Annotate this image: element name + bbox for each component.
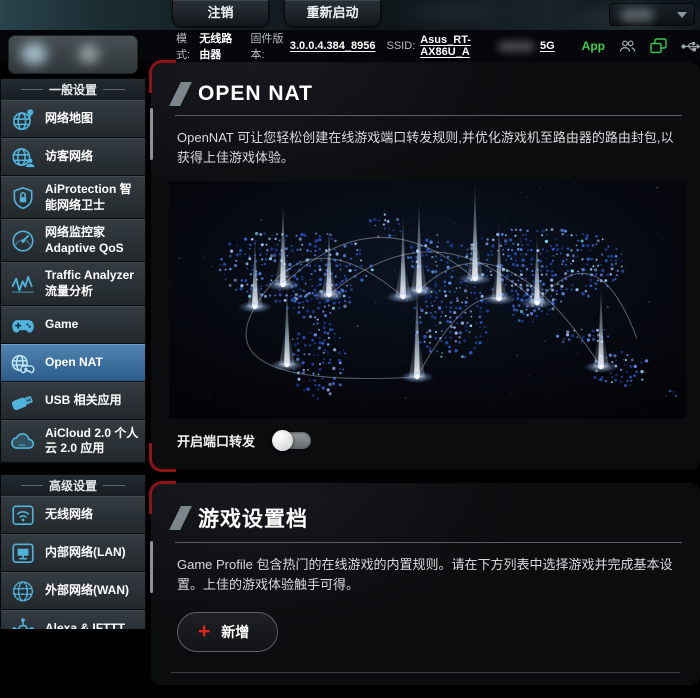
sidebar-item-network-map[interactable]: 网络地图 (1, 100, 145, 138)
gauge-icon (9, 228, 37, 254)
chevron-down-icon (677, 11, 687, 18)
port-forward-toggle[interactable] (272, 430, 312, 452)
usb-drive-icon (9, 388, 37, 414)
ssid-link[interactable]: Asus_RT-AX86U_A (420, 34, 493, 58)
reboot-button[interactable]: 重新启动 (284, 0, 381, 27)
sidebar-item-label: Traffic Analyzer 流量分析 (45, 268, 134, 298)
sidebar-item-game[interactable]: Game (1, 305, 145, 344)
lan-icon (9, 540, 37, 566)
language-redacted-blur (620, 9, 654, 21)
sidebar-section-general: 一般设置 网络地图 访客网络 AiProtection 智能网络卫士 网络监控家… (0, 78, 146, 464)
sidebar-item-label: Open NAT (45, 354, 103, 369)
add-profile-button[interactable]: + 新增 (177, 611, 279, 652)
logout-button[interactable]: 注销 (172, 0, 269, 27)
game-profile-panel: 游戏设置档 Game Profile 包含热门的在线游戏的内置规则。请在下方列表… (149, 481, 700, 685)
title-underline (175, 115, 682, 116)
firmware-label: 固件版本: (250, 33, 284, 61)
main-content: OPEN NAT OpenNAT 可让您轻松创建在线游戏端口转发规则,并优化游戏… (149, 59, 700, 698)
open-nat-icon (9, 350, 37, 376)
sidebar-item-aicloud[interactable]: AiCloud 2.0 个人云 2.0 应用 (1, 419, 145, 463)
sidebar-item-lan[interactable]: 内部网络(LAN) (1, 533, 145, 572)
guest-network-icon (9, 144, 37, 170)
sidebar-section-title-advanced: 高级设置 (1, 474, 145, 496)
game-profile-title: 游戏设置档 (198, 508, 308, 532)
open-nat-title: OPEN NAT (198, 82, 313, 105)
shield-icon (9, 185, 37, 211)
mode-label: 模式: (176, 33, 191, 61)
sidebar-item-label: 内部网络(LAN) (45, 544, 126, 559)
sidebar-item-traffic-analyzer[interactable]: Traffic Analyzer 流量分析 (1, 262, 145, 306)
panel-edge-bar (150, 108, 153, 160)
sidebar-item-label: 外部网络(WAN) (45, 582, 129, 597)
game-profile-description: Game Profile 包含热门的在线游戏的内置规则。请在下方列表中选择游戏并… (177, 557, 673, 593)
sidebar-item-wan[interactable]: 外部网络(WAN) (1, 571, 145, 610)
router-name-box-redacted[interactable] (8, 35, 138, 74)
sidebar-item-alexa-ifttt[interactable]: Alexa & IFTTT (1, 609, 145, 629)
network-map-icon (9, 106, 37, 132)
sidebar-item-open-nat[interactable]: Open NAT (1, 343, 145, 382)
app-link[interactable]: App (582, 39, 605, 53)
gamepad-icon (9, 312, 37, 338)
sidebar-item-label: 访客网络 (45, 149, 94, 164)
network-world-map (169, 181, 686, 420)
usb-status-icon[interactable] (681, 40, 700, 53)
alexa-ifttt-icon (9, 616, 37, 629)
sidebar-item-aiprotection[interactable]: AiProtection 智能网络卫士 (1, 176, 145, 220)
sidebar-item-label: 网络地图 (45, 111, 94, 126)
ssid-band-link[interactable]: 5G (540, 40, 555, 52)
mode-value: 无线路由器 (199, 33, 233, 61)
wireless-icon (9, 502, 37, 528)
sidebar-item-label: AiCloud 2.0 个人云 2.0 应用 (45, 425, 139, 456)
sidebar-section-title-general: 一般设置 (1, 79, 145, 100)
sidebar-item-guest-network[interactable]: 访客网络 (1, 138, 145, 176)
cloud-icon (9, 428, 37, 454)
sidebar-item-label: Alexa & IFTTT (45, 620, 126, 629)
open-nat-panel: OPEN NAT OpenNAT 可让您轻松创建在线游戏端口转发规则,并优化游戏… (149, 59, 700, 473)
world-map-graphic (169, 181, 686, 420)
sidebar-item-label: USB 相关应用 (45, 392, 122, 407)
sidebar-item-adaptive-qos[interactable]: 网络监控家 Adaptive QoS (1, 219, 145, 263)
clients-icon[interactable] (619, 39, 636, 54)
sidebar: 一般设置 网络地图 访客网络 AiProtection 智能网络卫士 网络监控家… (0, 78, 146, 629)
panel-edge-bar (150, 541, 153, 594)
language-dropdown[interactable] (609, 3, 695, 26)
sidebar-item-label: 网络监控家 Adaptive QoS (45, 225, 124, 255)
router-logo-blur (21, 43, 47, 65)
title-slash-icon (169, 82, 192, 106)
wan-icon (9, 578, 37, 604)
traffic-analyzer-icon (9, 271, 37, 297)
screen-share-icon[interactable] (650, 38, 667, 54)
title-slash-icon (169, 506, 192, 531)
list-divider (171, 671, 680, 673)
open-nat-description: OpenNAT 可让您轻松创建在线游戏端口转发规则,并优化游戏机至路由器的路由封… (177, 130, 674, 166)
title-underline (175, 542, 682, 544)
sidebar-section-advanced: 高级设置 无线网络 内部网络(LAN) 外部网络(WAN) Alexa & IF… (0, 473, 146, 629)
sidebar-item-wireless[interactable]: 无线网络 (1, 495, 145, 534)
sidebar-item-label: 无线网络 (45, 506, 94, 521)
router-name-blur (79, 45, 99, 63)
port-forward-label: 开启端口转发 (177, 434, 256, 450)
sidebar-item-label: Game (45, 316, 79, 331)
toggle-knob (272, 430, 294, 452)
sidebar-item-usb-apps[interactable]: USB 相关应用 (1, 381, 145, 420)
sidebar-item-label: AiProtection 智能网络卫士 (45, 182, 132, 212)
ssid-label: SSID: (386, 40, 416, 52)
firmware-link[interactable]: 3.0.0.4.384_8956 (290, 40, 376, 52)
ssid-redacted-blur (498, 40, 535, 52)
plus-icon: + (198, 619, 211, 643)
